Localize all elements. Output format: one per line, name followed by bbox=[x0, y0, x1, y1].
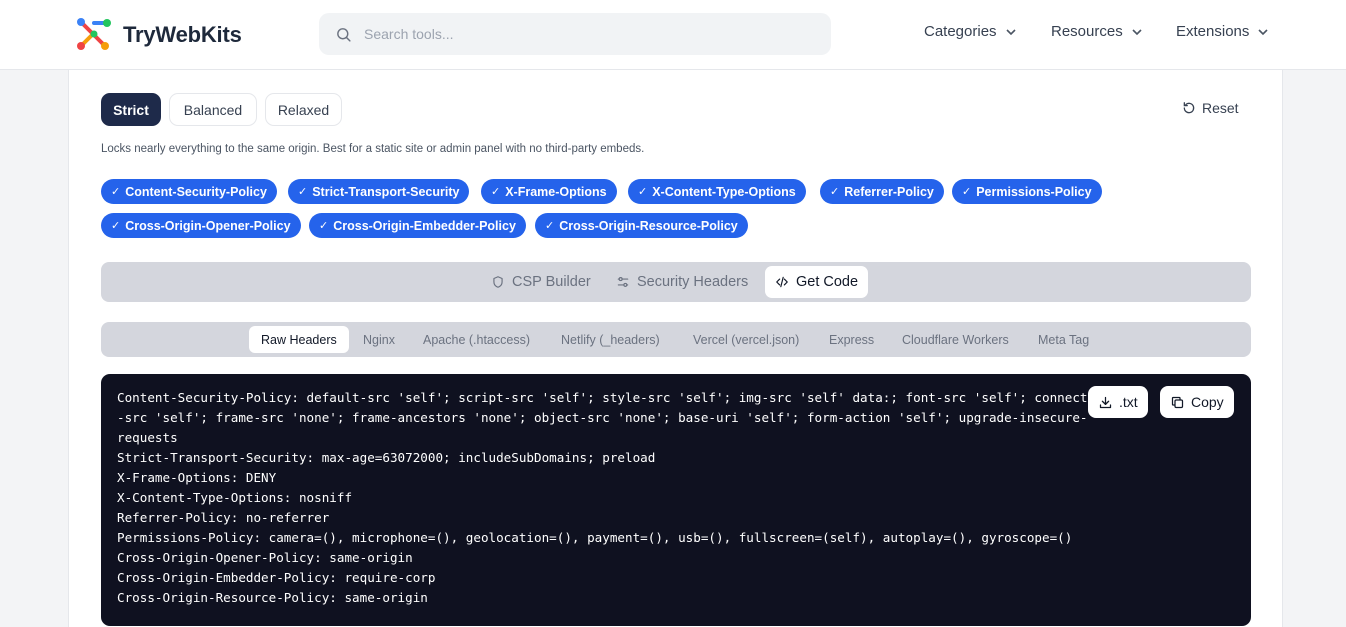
sliders-icon bbox=[617, 277, 629, 287]
code-text[interactable]: Content-Security-Policy: default-src 'se… bbox=[117, 388, 1088, 608]
chip-label: Cross-Origin-Embedder-Policy bbox=[333, 218, 516, 233]
nav-extensions-label: Extensions bbox=[1176, 23, 1250, 40]
chip-x-content-type-options[interactable]: ✓ X-Content-Type-Options bbox=[628, 179, 806, 204]
copy-button[interactable]: Copy bbox=[1160, 386, 1234, 418]
chip-referrer-policy[interactable]: ✓ Referrer-Policy bbox=[820, 179, 944, 204]
main-tabs: CSP Builder Security Headers Get Code bbox=[101, 262, 1251, 302]
code-line: Cross-Origin-Embedder-Policy: require-co… bbox=[117, 570, 436, 585]
format-cloudflare-workers[interactable]: Cloudflare Workers bbox=[890, 326, 1021, 353]
code-line: Content-Security-Policy: default-src 'se… bbox=[117, 390, 1088, 405]
headers-generator-panel: Strict Balanced Relaxed Reset Locks near… bbox=[68, 70, 1283, 627]
copy-icon bbox=[1171, 396, 1184, 408]
tab-label: Get Code bbox=[796, 274, 859, 290]
tab-get-code[interactable]: Get Code bbox=[765, 266, 869, 298]
chip-label: Strict-Transport-Security bbox=[312, 184, 460, 199]
chevron-down-icon bbox=[1005, 28, 1016, 35]
top-header: TryWebKits Categories Resources Extensio… bbox=[0, 0, 1346, 70]
format-meta-tag[interactable]: Meta Tag bbox=[1026, 326, 1101, 353]
chip-label: Permissions-Policy bbox=[976, 184, 1092, 199]
reset-button[interactable]: Reset bbox=[1182, 100, 1239, 116]
check-icon: ✓ bbox=[298, 186, 308, 198]
chevron-down-icon bbox=[1258, 28, 1268, 35]
format-tabs: Raw Headers Nginx Apache (.htaccess) Net… bbox=[101, 322, 1251, 357]
check-icon: ✓ bbox=[491, 186, 501, 198]
format-apache[interactable]: Apache (.htaccess) bbox=[411, 326, 542, 353]
chip-x-frame-options[interactable]: ✓ X-Frame-Options bbox=[481, 179, 617, 204]
format-nginx[interactable]: Nginx bbox=[351, 326, 407, 353]
chip-label: Content-Security-Policy bbox=[125, 184, 267, 199]
search-icon bbox=[337, 27, 351, 42]
chip-label: X-Frame-Options bbox=[505, 184, 607, 199]
nav-resources[interactable]: Resources bbox=[1051, 23, 1143, 40]
check-icon: ✓ bbox=[111, 186, 121, 198]
logo-icon bbox=[77, 18, 111, 50]
chevron-down-icon bbox=[1132, 28, 1142, 35]
code-line: -src 'self'; frame-src 'none'; frame-anc… bbox=[117, 410, 1088, 425]
code-line: Permissions-Policy: camera=(), microphon… bbox=[117, 530, 1073, 545]
chip-content-security-policy[interactable]: ✓ Content-Security-Policy bbox=[101, 179, 277, 204]
chip-label: Referrer-Policy bbox=[844, 184, 934, 199]
code-icon bbox=[776, 276, 788, 288]
preset-balanced-button[interactable]: Balanced bbox=[169, 93, 257, 126]
download-label: .txt bbox=[1119, 394, 1138, 410]
code-line: Cross-Origin-Opener-Policy: same-origin bbox=[117, 550, 413, 565]
check-icon: ✓ bbox=[545, 220, 555, 232]
code-line: X-Frame-Options: DENY bbox=[117, 470, 277, 485]
check-icon: ✓ bbox=[830, 186, 840, 198]
download-icon bbox=[1099, 396, 1112, 408]
copy-label: Copy bbox=[1191, 394, 1224, 410]
check-icon: ✓ bbox=[962, 186, 972, 198]
format-raw-headers[interactable]: Raw Headers bbox=[249, 326, 349, 353]
chip-cross-origin-resource-policy[interactable]: ✓ Cross-Origin-Resource-Policy bbox=[535, 213, 748, 238]
reset-icon bbox=[1183, 102, 1195, 114]
nav-categories[interactable]: Categories bbox=[924, 23, 1017, 40]
check-icon: ✓ bbox=[638, 186, 648, 198]
search-box[interactable] bbox=[319, 13, 831, 55]
chip-strict-transport-security[interactable]: ✓ Strict-Transport-Security bbox=[288, 179, 470, 204]
search-input[interactable] bbox=[364, 26, 804, 42]
code-line: X-Content-Type-Options: nosniff bbox=[117, 490, 353, 505]
check-icon: ✓ bbox=[319, 220, 329, 232]
chip-cross-origin-embedder-policy[interactable]: ✓ Cross-Origin-Embedder-Policy bbox=[309, 213, 526, 238]
chip-label: Cross-Origin-Resource-Policy bbox=[559, 218, 738, 233]
tab-security-headers[interactable]: Security Headers bbox=[606, 266, 758, 298]
format-express[interactable]: Express bbox=[817, 326, 886, 353]
code-line: Referrer-Policy: no-referrer bbox=[117, 510, 330, 525]
nav-resources-label: Resources bbox=[1051, 23, 1123, 40]
preset-description: Locks nearly everything to the same orig… bbox=[101, 143, 645, 155]
format-netlify[interactable]: Netlify (_headers) bbox=[549, 326, 672, 353]
reset-label: Reset bbox=[1202, 100, 1239, 116]
tab-label: Security Headers bbox=[637, 274, 749, 290]
tab-csp-builder[interactable]: CSP Builder bbox=[481, 266, 601, 298]
nav-extensions[interactable]: Extensions bbox=[1176, 23, 1269, 40]
shield-icon bbox=[493, 276, 503, 288]
code-line: Strict-Transport-Security: max-age=63072… bbox=[117, 450, 656, 465]
nav-categories-label: Categories bbox=[924, 23, 997, 40]
code-line: requests bbox=[117, 430, 178, 445]
chip-label: Cross-Origin-Opener-Policy bbox=[125, 218, 291, 233]
brand-logo[interactable]: TryWebKits bbox=[74, 15, 242, 55]
check-icon: ✓ bbox=[111, 220, 121, 232]
brand-name: TryWebKits bbox=[123, 22, 242, 47]
tab-label: CSP Builder bbox=[512, 274, 591, 290]
preset-relaxed-button[interactable]: Relaxed bbox=[265, 93, 342, 126]
chip-cross-origin-opener-policy[interactable]: ✓ Cross-Origin-Opener-Policy bbox=[101, 213, 301, 238]
code-output: Content-Security-Policy: default-src 'se… bbox=[101, 374, 1251, 626]
chip-label: X-Content-Type-Options bbox=[652, 184, 796, 199]
format-vercel[interactable]: Vercel (vercel.json) bbox=[681, 326, 811, 353]
code-line: Cross-Origin-Resource-Policy: same-origi… bbox=[117, 590, 428, 605]
chip-permissions-policy[interactable]: ✓ Permissions-Policy bbox=[952, 179, 1102, 204]
download-txt-button[interactable]: .txt bbox=[1088, 386, 1148, 418]
preset-strict-button[interactable]: Strict bbox=[101, 93, 161, 126]
